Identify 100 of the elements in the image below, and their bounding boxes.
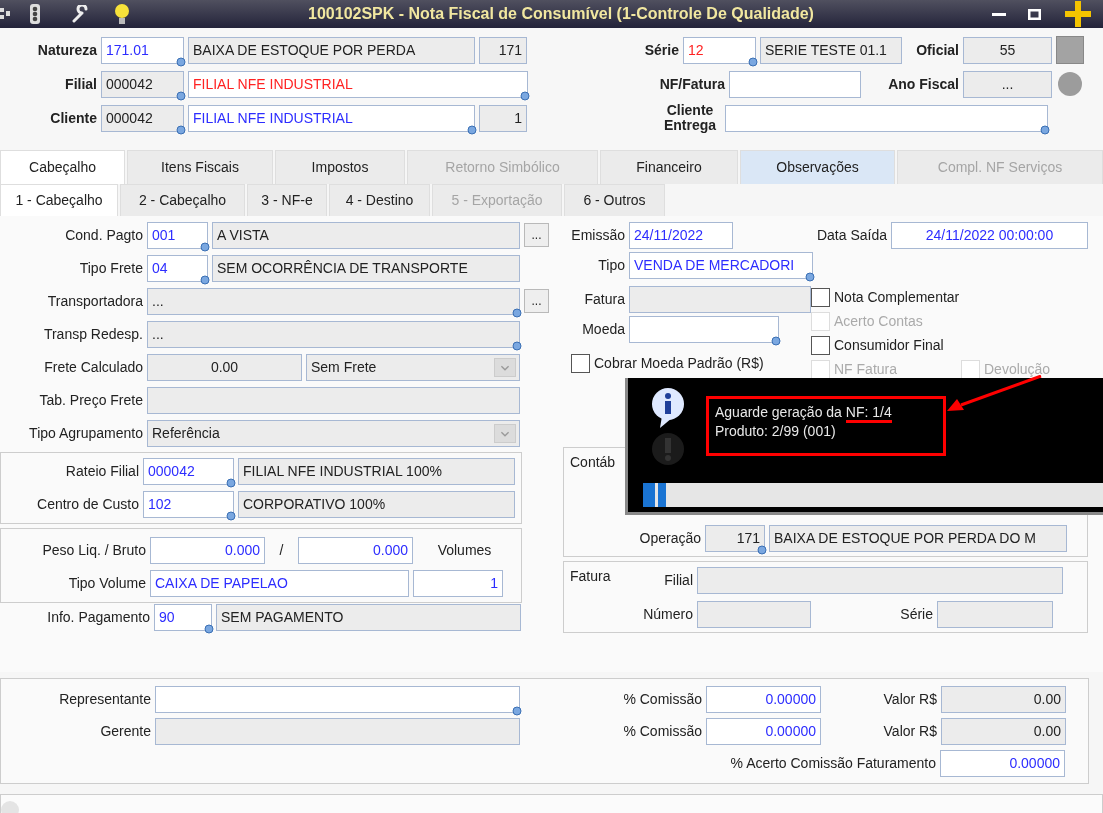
input-field[interactable] xyxy=(629,315,779,343)
field-label: Fatura xyxy=(583,289,625,309)
dropdown[interactable]: Sem Frete xyxy=(306,353,520,381)
checkbox[interactable] xyxy=(811,288,830,307)
field-label: Rateio Filial xyxy=(64,461,139,481)
input-field[interactable]: 0.000 xyxy=(150,536,265,564)
field-label: Tipo Agrupamento xyxy=(28,423,143,443)
warning-icon xyxy=(652,433,684,465)
input-field[interactable]: 0.00000 xyxy=(706,685,821,713)
field-label: % Acerto Comissão Faturamento xyxy=(729,753,936,773)
dropdown[interactable]: Referência xyxy=(147,419,520,447)
field-label: Data Saída xyxy=(815,225,887,245)
input-field[interactable]: 001 xyxy=(147,221,208,249)
tab[interactable]: 4 - Destino xyxy=(329,184,430,216)
input-field[interactable]: VENDA DE MERCADORI xyxy=(629,251,813,279)
input-field[interactable]: 04 xyxy=(147,254,208,282)
input-field[interactable]: FILIAL NFE INDUSTRIAL 100% xyxy=(238,457,515,485)
field-label: Cliente Entrega xyxy=(662,103,718,133)
input-field[interactable]: CORPORATIVO 100% xyxy=(238,490,515,518)
input-field[interactable]: 0.000 xyxy=(298,536,413,564)
input-field[interactable]: FILIAL NFE INDUSTRIAL xyxy=(188,70,528,98)
group-title: Fatura xyxy=(570,567,612,586)
input-field[interactable]: ... xyxy=(147,287,520,315)
input-field[interactable]: 0.00000 xyxy=(706,717,821,745)
tab[interactable]: Cabeçalho xyxy=(0,150,125,184)
input-field[interactable]: 55 xyxy=(963,36,1052,64)
round-button-icon[interactable] xyxy=(1058,72,1082,96)
input-field[interactable] xyxy=(155,685,520,713)
tab[interactable]: 6 - Outros xyxy=(564,184,665,216)
browse-button[interactable]: ... xyxy=(524,223,549,247)
input-field[interactable]: 12 xyxy=(683,36,756,64)
tab[interactable]: Financeiro xyxy=(600,150,738,184)
input-field[interactable]: 0.00000 xyxy=(940,749,1065,777)
input-field[interactable] xyxy=(729,70,861,98)
field-label: Valor R$ xyxy=(882,721,937,741)
input-field[interactable]: 000042 xyxy=(143,457,234,485)
field-label: Transp Redesp. xyxy=(42,324,143,344)
input-field[interactable]: 0.00 xyxy=(941,685,1066,713)
field-label: Tab. Preço Frete xyxy=(38,390,143,410)
input-field[interactable]: 24/11/2022 00:00:00 xyxy=(891,221,1088,249)
input-field[interactable]: 171 xyxy=(705,524,765,552)
input-field[interactable]: SERIE TESTE 01.1 xyxy=(760,36,902,64)
window-title: 100102SPK - Nota Fiscal de Consumível (1-Controle De Qualidade) xyxy=(307,4,815,24)
tab[interactable]: Impostos xyxy=(275,150,405,184)
field-label: Gerente xyxy=(99,721,151,741)
input-field[interactable]: 0.00 xyxy=(147,353,302,381)
tab[interactable]: 2 - Cabeçalho xyxy=(120,184,245,216)
maximize-icon xyxy=(1028,8,1041,20)
square-button[interactable] xyxy=(1056,36,1084,64)
input-field[interactable]: ... xyxy=(147,320,520,348)
field-label: Filial xyxy=(663,570,693,590)
minimize-icon xyxy=(992,12,1006,16)
tab[interactable]: Itens Fiscais xyxy=(127,150,273,184)
checkbox-label: Acerto Contas xyxy=(834,312,923,331)
field-label: Oficial xyxy=(915,40,959,60)
browse-button[interactable]: ... xyxy=(524,289,549,313)
checkbox[interactable] xyxy=(571,353,590,373)
input-field[interactable]: 24/11/2022 xyxy=(629,221,733,249)
input-field[interactable]: 000042 xyxy=(101,104,184,132)
input-field[interactable]: CAIXA DE PAPELAO xyxy=(150,569,409,597)
input-field[interactable] xyxy=(725,104,1048,132)
checkbox-label: Nota Complementar xyxy=(834,288,960,307)
input-field[interactable]: SEM OCORRÊNCIA DE TRANSPORTE xyxy=(212,254,520,282)
checkbox-label: Cobrar Moeda Padrão (R$) xyxy=(594,353,764,373)
input-field[interactable] xyxy=(147,386,520,414)
input-field[interactable] xyxy=(697,600,811,628)
light-bulb-icon xyxy=(114,4,130,24)
input-field[interactable]: SEM PAGAMENTO xyxy=(216,603,521,631)
checkbox-label: NF Fatura xyxy=(834,360,897,379)
input-field[interactable]: 171.01 xyxy=(101,36,184,64)
field-label: Tipo xyxy=(597,255,625,275)
tab[interactable]: 3 - NF-e xyxy=(247,184,327,216)
input-field[interactable]: FILIAL NFE INDUSTRIAL xyxy=(188,104,475,132)
field-label: Valor R$ xyxy=(882,689,937,709)
input-field[interactable]: 1 xyxy=(413,569,503,597)
input-field[interactable]: 102 xyxy=(143,490,234,518)
input-field[interactable]: 90 xyxy=(154,603,212,631)
progress-detail: Produto: 2/99 (001) xyxy=(715,422,836,441)
input-field[interactable]: BAIXA DE ESTOQUE POR PERDA xyxy=(188,36,475,64)
input-field[interactable]: 000042 xyxy=(101,70,184,98)
checkbox-label: Consumidor Final xyxy=(834,336,944,355)
tab[interactable]: 1 - Cabeçalho xyxy=(0,184,118,216)
input-field[interactable] xyxy=(697,566,1063,594)
input-field[interactable]: BAIXA DE ESTOQUE POR PERDA DO M xyxy=(769,524,1067,552)
input-field[interactable] xyxy=(937,600,1053,628)
checkbox[interactable] xyxy=(811,336,830,355)
input-field[interactable]: 0.00 xyxy=(941,717,1066,745)
input-field[interactable]: 171 xyxy=(479,36,527,64)
checkbox-label: Devolução xyxy=(984,360,1051,379)
input-field[interactable]: ... xyxy=(963,70,1052,98)
field-label: Tipo Volume xyxy=(67,573,146,593)
field-label: Peso Liq. / Bruto xyxy=(41,540,146,560)
input-field[interactable] xyxy=(155,717,520,745)
input-field[interactable]: 1 xyxy=(479,104,527,132)
field-label: Volumes xyxy=(436,540,493,560)
tab[interactable]: Observações xyxy=(740,150,895,184)
field-label: Tipo Frete xyxy=(78,258,143,278)
input-field[interactable]: A VISTA xyxy=(212,221,520,249)
input-field[interactable] xyxy=(629,285,811,313)
field-label: / xyxy=(278,540,285,560)
